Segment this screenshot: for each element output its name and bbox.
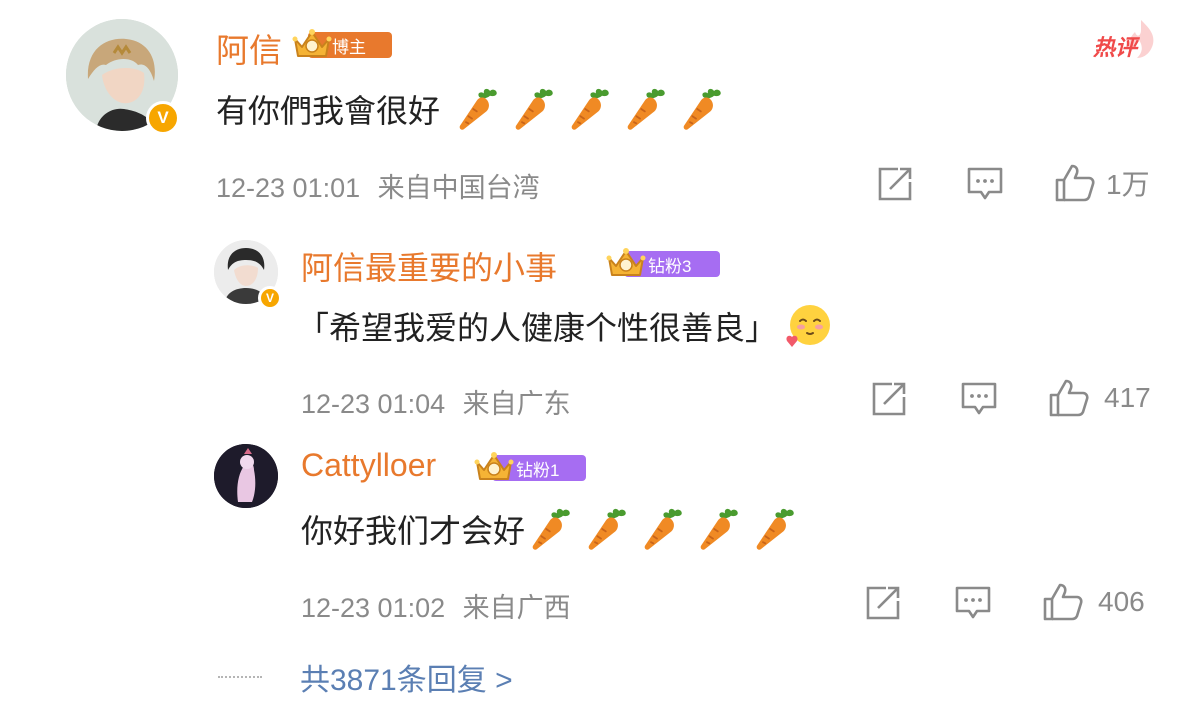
shy-blush-emoji	[786, 305, 831, 347]
carrot-emoji	[751, 505, 799, 553]
share-icon[interactable]	[876, 166, 914, 202]
verified-badge-icon: V	[146, 101, 180, 135]
carrot-emoji	[695, 505, 743, 553]
reply-meta: 12-23 01:02 来自广西	[301, 586, 571, 625]
comment-meta: 12-23 01:01 来自中国台湾	[216, 166, 540, 205]
comment-username[interactable]: 阿信	[216, 24, 282, 72]
fan-badge-label: 钻粉3	[648, 256, 692, 276]
comment-text-content: 有你們我會很好	[216, 93, 441, 129]
reply-text-content: 「希望我爱的人健康个性很善良」	[297, 310, 778, 346]
blogger-badge-label: 博主	[332, 37, 366, 57]
reply-text: 你好我们才会好	[301, 502, 799, 556]
crown-icon	[292, 27, 332, 61]
reply-username[interactable]: 阿信最重要的小事	[301, 243, 557, 289]
comment-icon[interactable]	[960, 381, 998, 417]
like-count: 406	[1098, 586, 1145, 617]
like-button[interactable]: 417	[1048, 377, 1151, 419]
reply-time: 12-23 01:04	[301, 389, 446, 419]
crown-icon	[474, 450, 514, 484]
verified-badge-icon: V	[258, 286, 282, 310]
carrot-emoji	[510, 85, 558, 133]
more-replies-link[interactable]: 共3871条回复 >	[300, 655, 513, 699]
carrot-emoji	[639, 505, 687, 553]
reply-location: 来自广东	[462, 389, 571, 419]
like-button[interactable]: 1万	[1054, 162, 1150, 204]
comment-time: 12-23 01:01	[216, 173, 361, 203]
like-icon	[1055, 164, 1095, 202]
like-count: 417	[1104, 382, 1151, 413]
like-icon	[1043, 583, 1083, 621]
comment-icon[interactable]	[954, 585, 992, 621]
carrot-emoji	[622, 85, 670, 133]
reply-item: Cattylloer 钻粉1 你好我们才会好 12-23 01:02 来自广西 …	[0, 438, 1200, 638]
like-button[interactable]: 406	[1042, 581, 1145, 623]
blogger-badge: 博主	[292, 26, 396, 64]
crown-icon	[606, 246, 646, 280]
reply-location: 来自广西	[462, 593, 571, 623]
reply-meta: 12-23 01:04 来自广东	[301, 382, 571, 421]
share-icon[interactable]	[864, 585, 902, 621]
reply-text-content: 你好我们才会好	[301, 513, 526, 549]
fan-badge: 钻粉1	[474, 448, 590, 486]
reply-username[interactable]: Cattylloer	[301, 447, 436, 484]
comment-item: V 阿信 博主 有你們我會很好 12-23 01:01 来自中国台湾 1万	[0, 0, 1200, 220]
comment-location: 来自中国台湾	[377, 173, 540, 203]
fan-badge: 钻粉3	[606, 244, 722, 282]
carrot-emoji	[678, 85, 726, 133]
reply-time: 12-23 01:02	[301, 593, 446, 623]
reply-item: V 阿信最重要的小事 钻粉3 「希望我爱的人健康个性很善良」 12-23 01:…	[0, 228, 1200, 428]
more-replies-row: 共3871条回复 >	[218, 652, 513, 702]
carrot-emoji	[454, 85, 502, 133]
comment-text: 有你們我會很好	[216, 84, 726, 134]
share-icon[interactable]	[870, 381, 908, 417]
avatar-image	[214, 444, 278, 508]
comment-icon[interactable]	[966, 166, 1004, 202]
reply-text: 「希望我爱的人健康个性很善良」	[297, 298, 833, 354]
carrot-emoji	[583, 505, 631, 553]
carrot-emoji	[527, 505, 575, 553]
like-icon	[1049, 379, 1089, 417]
avatar[interactable]	[214, 444, 278, 508]
carrot-emoji	[566, 85, 614, 133]
like-count: 1万	[1106, 169, 1150, 200]
fan-badge-label: 钻粉1	[516, 460, 560, 480]
dotted-divider	[218, 676, 262, 678]
